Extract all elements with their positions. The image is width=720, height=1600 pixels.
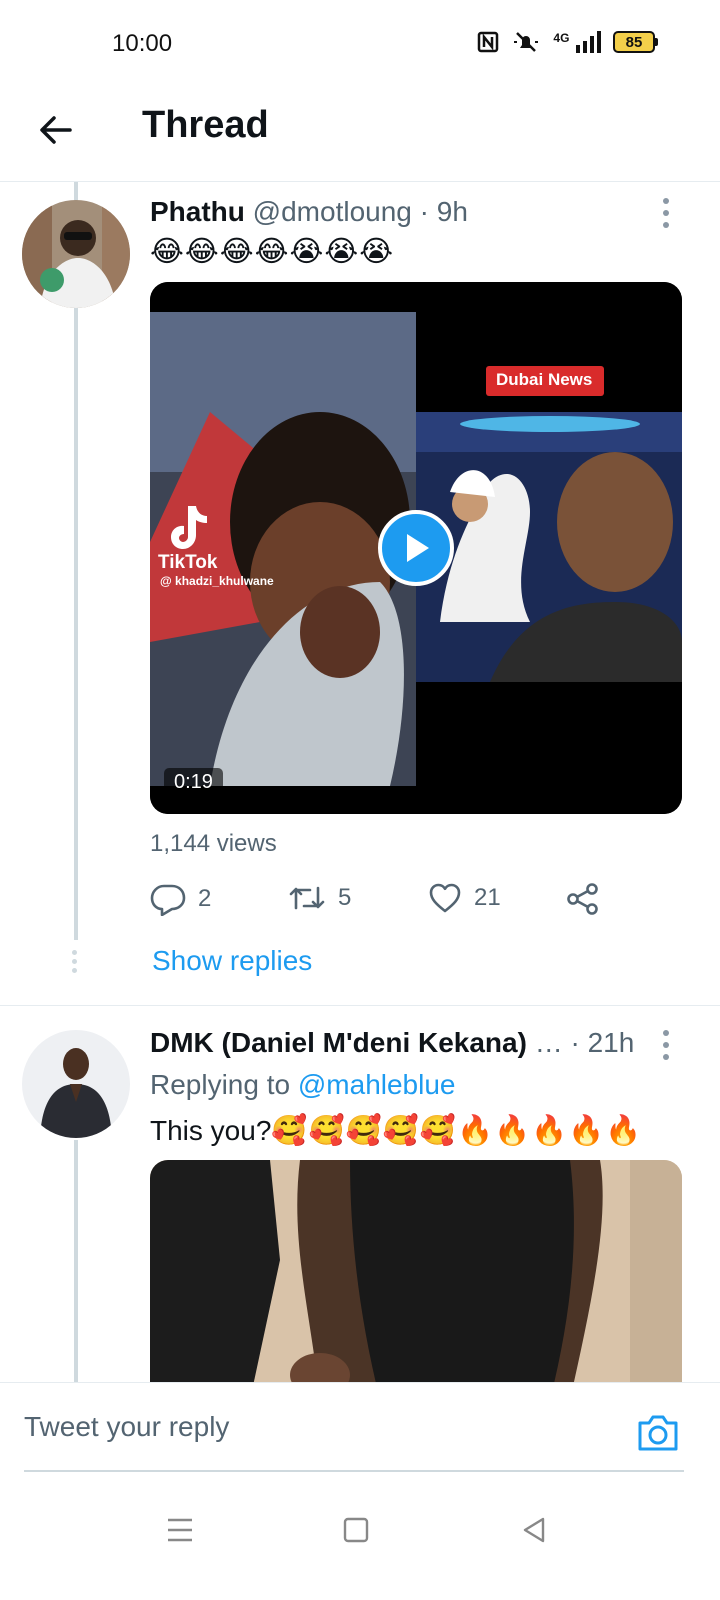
more-dot (663, 1054, 669, 1060)
thread-header: Thread (0, 90, 720, 182)
more-dot (663, 198, 669, 204)
separator: · (419, 196, 429, 227)
retweet-icon (289, 886, 325, 910)
separator: · (570, 1027, 580, 1058)
video-duration: 0:19 (164, 768, 223, 797)
reply-icon (150, 884, 186, 916)
network-type: 4G (553, 30, 570, 45)
video-player[interactable]: Dubai News TikTok @ khadzi_khulwane 0:19 (150, 282, 682, 814)
retweet-button[interactable]: 5 (288, 882, 351, 914)
reply-input[interactable] (24, 1411, 624, 1443)
arrow-left-icon (40, 116, 72, 144)
photo-thumbnail (150, 1160, 682, 1400)
camera-button[interactable] (636, 1413, 680, 1453)
camera-icon (638, 1415, 678, 1451)
name-truncation: … (534, 1027, 563, 1058)
menu-icon (168, 1518, 192, 1542)
tiktok-logo: TikTok (158, 552, 218, 573)
heart-icon (429, 883, 461, 913)
tweet-header: Phathu @dmotloung · 9h (150, 196, 468, 228)
display-name[interactable]: DMK (Daniel M'deni Kekana) (150, 1027, 527, 1058)
tweet-divider (0, 1005, 720, 1006)
replying-to: Replying to @mahleblue (150, 1069, 456, 1101)
status-icons: 4G 85 (477, 30, 658, 54)
news-overlay-label: Dubai News (496, 370, 593, 389)
reply-composer (0, 1382, 720, 1480)
avatar[interactable] (22, 200, 130, 308)
thread-dot (72, 959, 77, 964)
battery-icon: 85 (613, 31, 658, 53)
status-bar: 10:00 4G 85 (0, 0, 720, 90)
view-count: 1,144 views (150, 830, 277, 857)
retweet-count: 5 (338, 884, 352, 911)
home-nav-button[interactable] (326, 1508, 386, 1552)
page-title: Thread (142, 104, 269, 146)
menu-nav-button[interactable] (150, 1508, 210, 1552)
back-button[interactable] (34, 108, 78, 152)
thread-dot (72, 968, 77, 973)
avatar[interactable] (22, 1030, 130, 1138)
more-options-button[interactable] (656, 198, 676, 228)
more-dot (663, 222, 669, 228)
mute-icon (514, 32, 539, 52)
timestamp[interactable]: 9h (437, 196, 468, 227)
mention-link[interactable]: @mahleblue (298, 1069, 456, 1100)
nfc-icon (478, 31, 499, 53)
timestamp[interactable]: 21h (588, 1027, 635, 1058)
signal-icon: 4G (553, 31, 601, 54)
battery-level: 85 (613, 31, 655, 53)
tweet-text-body: This you? (150, 1115, 272, 1146)
more-dot (663, 1030, 669, 1036)
tiktok-username: @ khadzi_khulwane (160, 574, 274, 588)
thread-continuation-dots (72, 950, 77, 973)
square-icon (343, 1517, 369, 1543)
more-dot (663, 1042, 669, 1048)
display-name[interactable]: Phathu (150, 196, 245, 227)
reply-count: 2 (198, 885, 212, 912)
more-options-button[interactable] (656, 1030, 676, 1060)
thread-line (74, 1140, 78, 1382)
system-nav-bar (0, 1480, 720, 1600)
status-time: 10:00 (112, 30, 173, 57)
triangle-back-icon (523, 1517, 545, 1543)
play-button[interactable] (378, 510, 454, 586)
like-button[interactable]: 21 (428, 882, 501, 914)
play-icon (407, 534, 429, 562)
back-nav-button[interactable] (504, 1508, 564, 1552)
replying-prefix: Replying to (150, 1069, 291, 1100)
user-handle[interactable]: @dmotloung (253, 196, 412, 227)
reply-input-underline (24, 1470, 684, 1472)
tweet-emoji: 🥰🥰🥰🥰🥰🔥🔥🔥🔥🔥 (271, 1115, 643, 1147)
like-count: 21 (474, 884, 501, 911)
reply-button[interactable]: 2 (150, 882, 211, 916)
tweet-actions: 2 5 21 (150, 882, 610, 922)
tweet-image[interactable] (150, 1160, 682, 1400)
share-button[interactable] (566, 882, 600, 916)
more-dot (663, 210, 669, 216)
thread-dot (72, 950, 77, 955)
tweet-text: This you?🥰🥰🥰🥰🥰🔥🔥🔥🔥🔥 (150, 1114, 643, 1148)
tweet-text: 😂😂😂😂😭😭😭 (150, 236, 395, 268)
tweet-header: DMK (Daniel M'deni Kekana) … · 21h (150, 1027, 634, 1059)
share-icon (567, 883, 598, 915)
show-replies-link[interactable]: Show replies (152, 945, 312, 977)
